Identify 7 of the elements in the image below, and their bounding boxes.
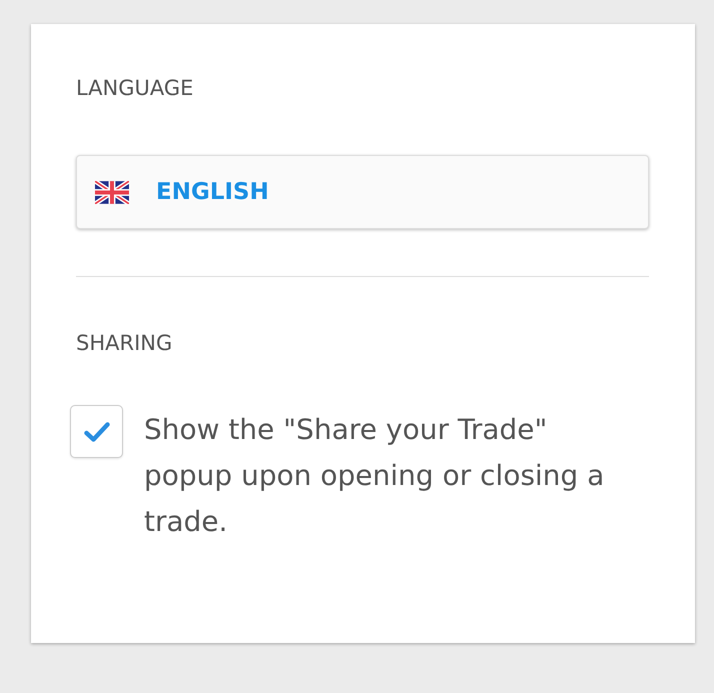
checkbox[interactable] <box>70 405 123 458</box>
option-label: Show the "Share your Trade" popup upon opening or closing a trade. <box>144 412 606 540</box>
section-heading: LANGUAGE <box>76 76 194 100</box>
flag-icon <box>95 180 129 204</box>
section-heading: SHARING <box>76 331 172 355</box>
checkmark-icon <box>84 422 110 442</box>
language-button[interactable]: ENGLISH <box>76 155 649 229</box>
